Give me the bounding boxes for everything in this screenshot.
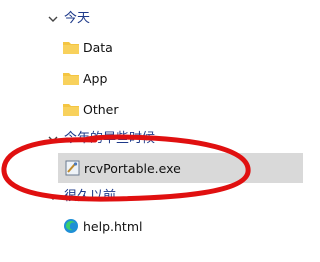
item-label: rcvPortable.exe: [84, 161, 181, 176]
chevron-down-icon[interactable]: [46, 132, 60, 146]
item-label: Data: [83, 40, 113, 55]
group-header-long-ago[interactable]: 很久以前: [0, 182, 303, 212]
group-label: 今年的早些时候: [64, 131, 156, 146]
list-item-help-html[interactable]: help.html: [0, 211, 303, 241]
item-label: help.html: [83, 219, 143, 234]
group-header-earlier-this-year[interactable]: 今年的早些时候: [0, 124, 303, 154]
edge-browser-icon: [62, 218, 80, 234]
list-item-app-folder[interactable]: App: [0, 63, 303, 93]
group-header-today[interactable]: 今天: [0, 4, 303, 34]
exe-file-icon: [64, 160, 82, 176]
list-item-rcvportable-exe[interactable]: rcvPortable.exe: [58, 153, 303, 183]
chevron-down-icon[interactable]: [46, 12, 60, 26]
folder-icon: [62, 70, 80, 86]
group-label: 今天: [64, 11, 91, 26]
group-label: 很久以前: [64, 189, 117, 204]
item-label: App: [83, 71, 108, 86]
item-label: Other: [83, 102, 119, 117]
list-item-data-folder[interactable]: Data: [0, 32, 303, 62]
folder-icon: [62, 101, 80, 117]
chevron-down-icon[interactable]: [46, 190, 60, 204]
folder-icon: [62, 39, 80, 55]
list-item-other-folder[interactable]: Other: [0, 94, 303, 124]
